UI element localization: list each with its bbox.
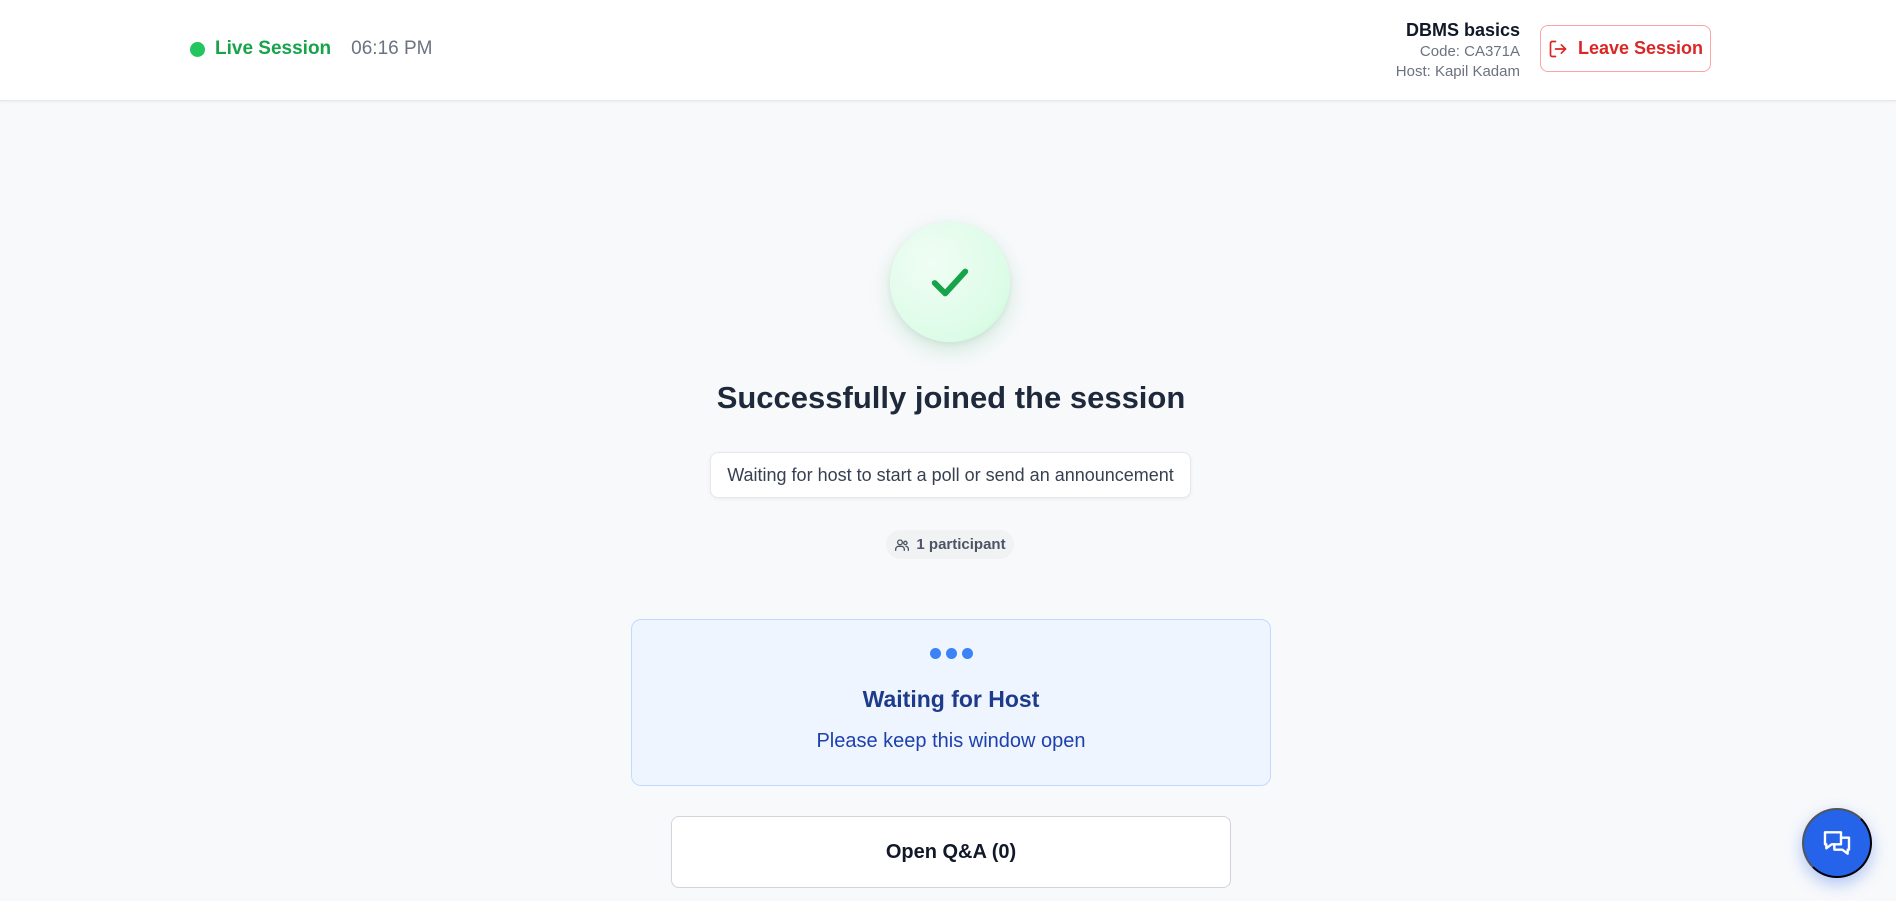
participants-badge: 1 participant — [886, 530, 1014, 559]
session-title: DBMS basics — [1405, 20, 1520, 40]
page-title: Successfully joined the session — [716, 380, 1186, 415]
loading-dot — [945, 648, 957, 659]
leave-session-label: Leave Session — [1577, 38, 1704, 58]
session-header: Live Session 06:16 PM DBMS basics Code: … — [0, 0, 1896, 101]
waiting-host-subtitle: Please keep this window open — [816, 730, 1086, 752]
participants-count: 1 participant — [916, 536, 1006, 553]
session-host: Host: Kapil Kadam — [1395, 63, 1520, 80]
session-clock: 06:16 PM — [351, 38, 433, 59]
live-dot-icon — [190, 41, 205, 57]
live-status: Live Session 06:16 PM — [190, 38, 433, 60]
session-info: DBMS basics Code: CA371A Host: Kapil Kad… — [1396, 18, 1520, 82]
dots-icon — [632, 648, 1270, 659]
live-status-label: Live Session — [215, 38, 332, 59]
chat-icon — [1823, 831, 1851, 855]
loading-dot — [929, 648, 941, 659]
session-code: Code: CA371A — [1419, 43, 1520, 60]
waiting-host-title: Waiting for Host — [862, 686, 1040, 712]
success-badge — [890, 222, 1010, 342]
logout-icon — [1549, 40, 1567, 57]
check-icon — [931, 268, 969, 297]
leave-session-button[interactable]: Leave Session — [1540, 25, 1711, 72]
loading-dot — [961, 648, 973, 659]
waiting-message: Waiting for host to start a poll or send… — [710, 452, 1191, 498]
users-icon — [895, 538, 910, 551]
waiting-host-card: Waiting for Host Please keep this window… — [631, 619, 1271, 786]
open-qa-button[interactable]: Open Q&A (0) — [671, 816, 1231, 888]
chat-button[interactable] — [1802, 808, 1872, 878]
